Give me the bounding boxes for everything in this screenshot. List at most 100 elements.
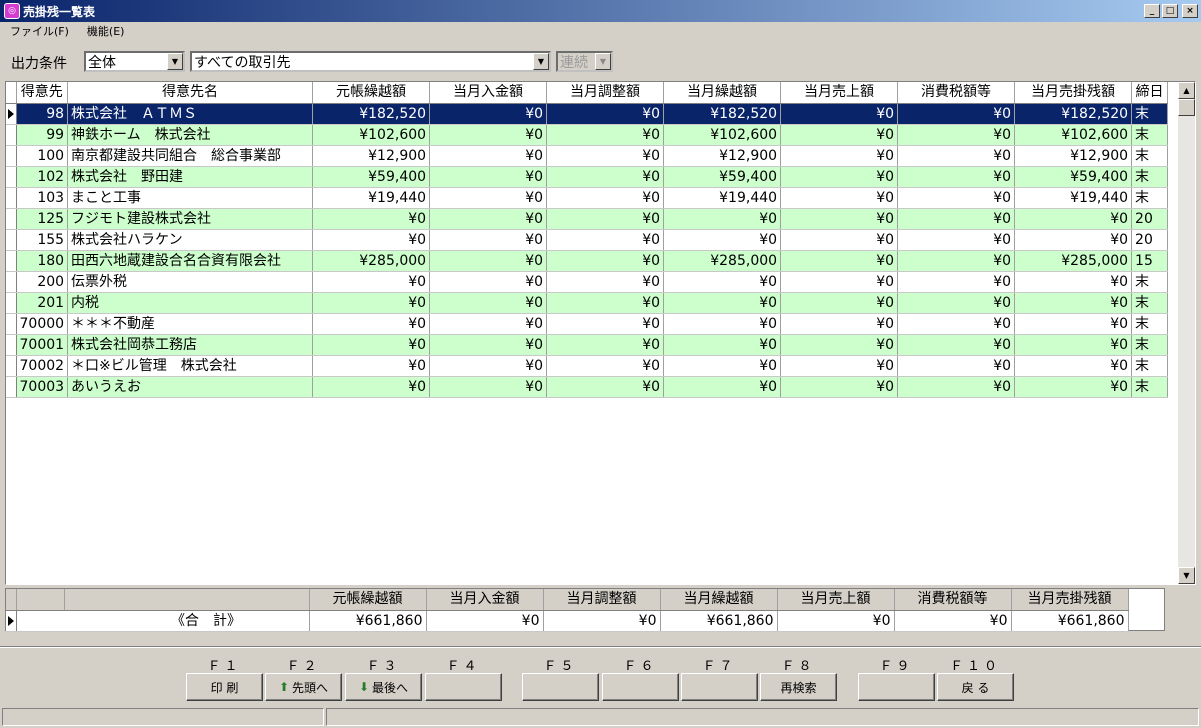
adjust-amount[interactable]: ¥0 [546,208,665,230]
adjust-amount[interactable]: ¥0 [546,187,665,209]
closing-day[interactable]: 末 [1131,187,1169,209]
row-indicator[interactable] [6,334,17,356]
table-row[interactable]: 70003 あいうえお ¥0 ¥0 ¥0 ¥0 ¥0 ¥0 ¥0 末 [6,376,1169,398]
adjust-amount[interactable]: ¥0 [546,313,665,335]
table-row[interactable]: 70000 ＊＊＊不動産 ¥0 ¥0 ¥0 ¥0 ¥0 ¥0 ¥0 末 [6,313,1169,335]
col-header-balance[interactable]: 当月売掛残額 [1014,82,1133,104]
customer-name[interactable]: 南京都建設共同組合 総合事業部 [67,145,314,167]
adjust-amount[interactable]: ¥0 [546,334,665,356]
f4-button[interactable] [425,673,502,701]
table-row[interactable]: 200 伝票外税 ¥0 ¥0 ¥0 ¥0 ¥0 ¥0 ¥0 末 [6,271,1169,293]
balance-amount[interactable]: ¥0 [1014,271,1133,293]
balance-amount[interactable]: ¥102,600 [1014,124,1133,146]
f5-button[interactable] [522,673,599,701]
tax-amount[interactable]: ¥0 [897,187,1016,209]
table-row[interactable]: 70001 株式会社岡恭工務店 ¥0 ¥0 ¥0 ¥0 ¥0 ¥0 ¥0 末 [6,334,1169,356]
forward-amount[interactable]: ¥12,900 [663,145,782,167]
adjust-amount[interactable]: ¥0 [546,124,665,146]
tax-amount[interactable]: ¥0 [897,250,1016,272]
row-indicator[interactable] [6,313,17,335]
scope-select[interactable]: 全体 ▼ [84,51,185,72]
customer-code[interactable]: 70000 [16,313,69,335]
sales-amount[interactable]: ¥0 [780,145,899,167]
close-button[interactable]: × [1182,4,1198,18]
paid-amount[interactable]: ¥0 [429,103,548,125]
tax-amount[interactable]: ¥0 [897,313,1016,335]
customer-code[interactable]: 99 [16,124,69,146]
tax-amount[interactable]: ¥0 [897,145,1016,167]
forward-amount[interactable]: ¥182,520 [663,103,782,125]
col-header-forward[interactable]: 当月繰越額 [663,82,782,104]
adjust-amount[interactable]: ¥0 [546,250,665,272]
chevron-down-icon[interactable]: ▼ [167,53,183,70]
carry-amount[interactable]: ¥12,900 [312,145,431,167]
sales-amount[interactable]: ¥0 [780,229,899,251]
scroll-thumb[interactable] [1178,99,1195,116]
row-indicator[interactable] [6,229,17,251]
balance-amount[interactable]: ¥0 [1014,334,1133,356]
row-indicator[interactable] [6,271,17,293]
customer-name[interactable]: 株式会社岡恭工務店 [67,334,314,356]
forward-amount[interactable]: ¥102,600 [663,124,782,146]
customer-name[interactable]: 株式会社 ＡＴＭＳ [67,103,314,125]
adjust-amount[interactable]: ¥0 [546,229,665,251]
tax-amount[interactable]: ¥0 [897,355,1016,377]
col-header-tax[interactable]: 消費税額等 [897,82,1016,104]
tax-amount[interactable]: ¥0 [897,376,1016,398]
balance-amount[interactable]: ¥19,440 [1014,187,1133,209]
scroll-up-icon[interactable]: ▲ [1178,82,1195,99]
back-button[interactable]: 戻 る [937,673,1014,701]
table-row[interactable]: 98 株式会社 ＡＴＭＳ ¥182,520 ¥0 ¥0 ¥182,520 ¥0 ¥0 ¥182,… [6,103,1169,125]
customer-code[interactable]: 70001 [16,334,69,356]
carry-amount[interactable]: ¥0 [312,355,431,377]
customer-code[interactable]: 70003 [16,376,69,398]
paid-amount[interactable]: ¥0 [429,187,548,209]
balance-amount[interactable]: ¥59,400 [1014,166,1133,188]
table-row[interactable]: 102 株式会社 野田建 ¥59,400 ¥0 ¥0 ¥59,400 ¥0 ¥0 ¥59,400… [6,166,1169,188]
adjust-amount[interactable]: ¥0 [546,166,665,188]
customer-name[interactable]: まこと工事 [67,187,314,209]
paid-amount[interactable]: ¥0 [429,292,548,314]
sales-amount[interactable]: ¥0 [780,376,899,398]
customer-name[interactable]: 神鉄ホーム 株式会社 [67,124,314,146]
sales-amount[interactable]: ¥0 [780,187,899,209]
f7-button[interactable] [681,673,758,701]
closing-day[interactable]: 20 [1131,229,1169,251]
customer-code[interactable]: 180 [16,250,69,272]
paid-amount[interactable]: ¥0 [429,229,548,251]
research-button[interactable]: 再検索 [760,673,837,701]
customer-name[interactable]: 内税 [67,292,314,314]
row-indicator[interactable] [6,187,17,209]
row-indicator[interactable] [6,208,17,230]
scroll-down-icon[interactable]: ▼ [1178,567,1195,584]
customer-code[interactable]: 98 [16,103,69,125]
print-button[interactable]: 印 刷 [186,673,263,701]
customer-name[interactable]: あいうえお [67,376,314,398]
customer-code[interactable]: 100 [16,145,69,167]
carry-amount[interactable]: ¥102,600 [312,124,431,146]
col-header-sales[interactable]: 当月売上額 [780,82,899,104]
vertical-scrollbar[interactable]: ▲ ▼ [1178,82,1195,584]
balance-amount[interactable]: ¥0 [1014,229,1133,251]
tax-amount[interactable]: ¥0 [897,166,1016,188]
closing-day[interactable]: 末 [1131,313,1169,335]
sales-amount[interactable]: ¥0 [780,103,899,125]
tax-amount[interactable]: ¥0 [897,271,1016,293]
closing-day[interactable]: 末 [1131,271,1169,293]
customer-name[interactable]: 伝票外税 [67,271,314,293]
sales-amount[interactable]: ¥0 [780,124,899,146]
customer-code[interactable]: 201 [16,292,69,314]
customer-name[interactable]: ＊＊＊不動産 [67,313,314,335]
paid-amount[interactable]: ¥0 [429,271,548,293]
tax-amount[interactable]: ¥0 [897,208,1016,230]
paid-amount[interactable]: ¥0 [429,208,548,230]
forward-amount[interactable]: ¥19,440 [663,187,782,209]
table-row[interactable]: 99 神鉄ホーム 株式会社 ¥102,600 ¥0 ¥0 ¥102,600 ¥0 ¥0 ¥102… [6,124,1169,146]
col-header-paid[interactable]: 当月入金額 [429,82,548,104]
sales-amount[interactable]: ¥0 [780,334,899,356]
carry-amount[interactable]: ¥0 [312,229,431,251]
closing-day[interactable]: 15 [1131,250,1169,272]
forward-amount[interactable]: ¥59,400 [663,166,782,188]
forward-amount[interactable]: ¥0 [663,376,782,398]
col-header-closing[interactable]: 締日 [1131,82,1169,104]
